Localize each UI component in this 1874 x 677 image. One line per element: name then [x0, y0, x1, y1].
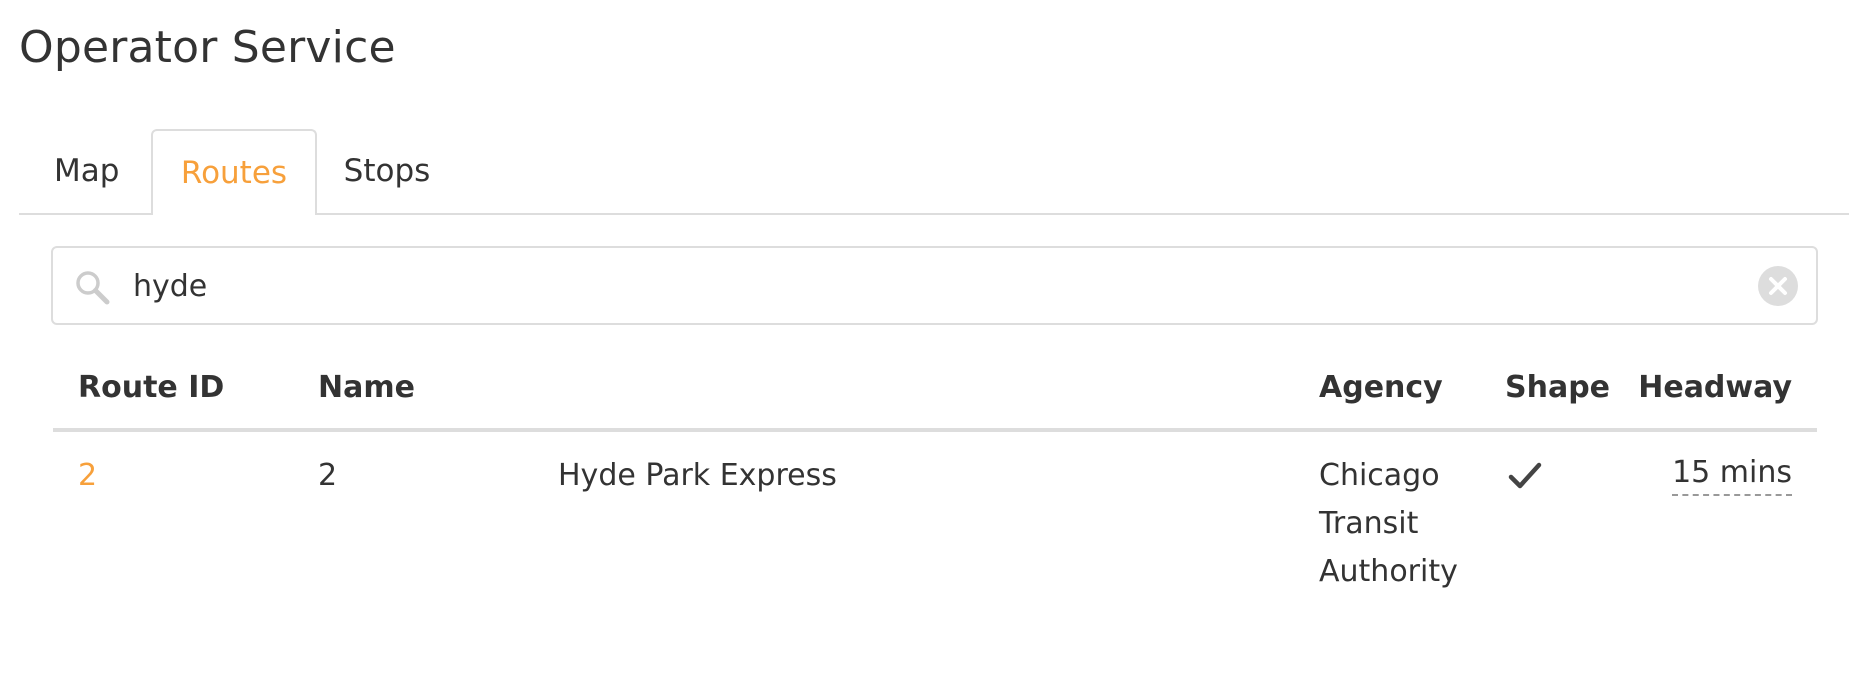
search-box — [51, 246, 1818, 325]
tab-bar: Map Routes Stops — [19, 129, 1849, 215]
tab-stops[interactable]: Stops — [317, 129, 457, 213]
route-headway: 15 mins — [1672, 452, 1792, 496]
column-header-route-id[interactable]: Route ID — [78, 370, 224, 405]
column-header-headway[interactable]: Headway — [1638, 370, 1792, 405]
search-icon — [76, 271, 110, 305]
page-title: Operator Service — [19, 22, 396, 73]
route-id-link[interactable]: 2 — [78, 452, 97, 500]
route-agency: Chicago Transit Authority — [1319, 458, 1458, 589]
route-short-name: 2 — [318, 458, 338, 493]
column-header-agency[interactable]: Agency — [1319, 370, 1443, 405]
column-header-shape[interactable]: Shape — [1505, 370, 1610, 405]
checkmark-icon — [1508, 462, 1542, 489]
route-long-name: Hyde Park Express — [558, 458, 837, 493]
search-input[interactable] — [133, 256, 1713, 316]
table-row: 2 2 Hyde Park Express Chicago Transit Au… — [53, 432, 1817, 602]
column-header-name[interactable]: Name — [318, 370, 415, 405]
table-header: Route ID Name Agency Shape Headway — [53, 360, 1817, 432]
tab-routes[interactable]: Routes — [151, 129, 317, 215]
clear-icon[interactable] — [1757, 265, 1799, 307]
tab-map[interactable]: Map — [19, 129, 151, 213]
